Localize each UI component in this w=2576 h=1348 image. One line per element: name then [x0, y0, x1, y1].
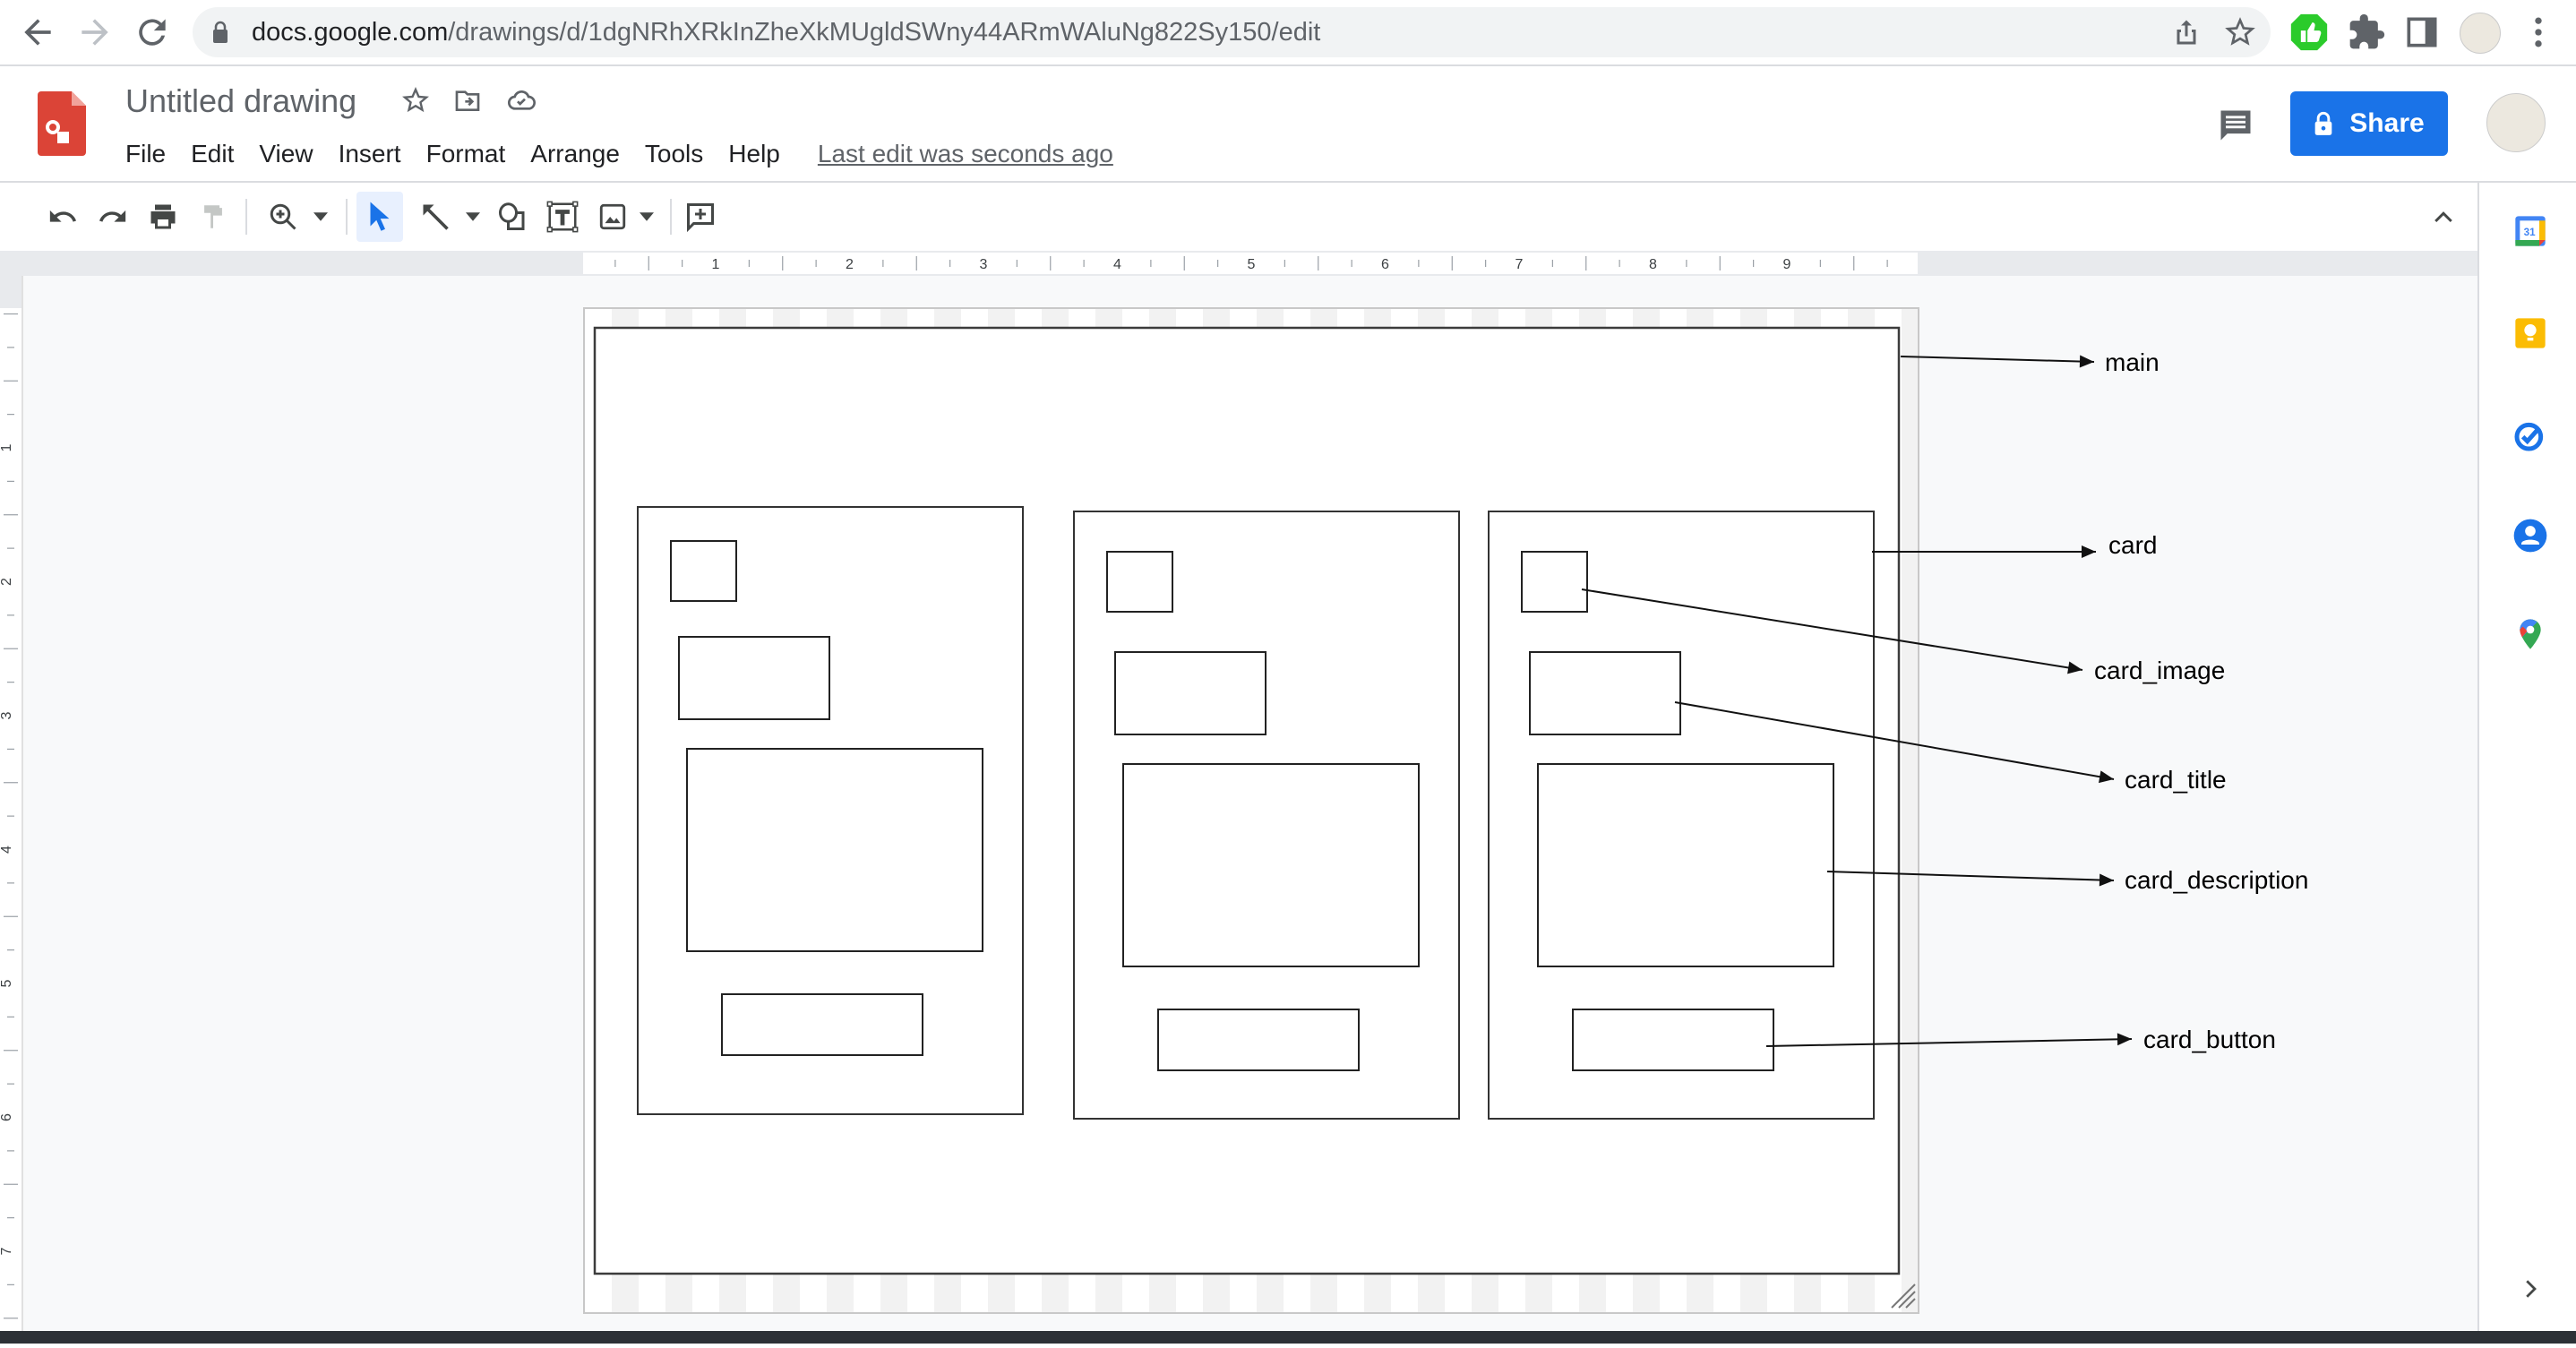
card-image-shape[interactable] [670, 540, 737, 602]
card-description-shape[interactable] [686, 748, 983, 952]
expand-panel-chevron-icon[interactable] [2517, 1275, 2544, 1302]
card-title-shape[interactable] [678, 636, 830, 720]
label-card-description[interactable]: card_description [2125, 866, 2308, 894]
card-button-shape[interactable] [721, 993, 923, 1056]
arrowhead-icon [2099, 770, 2114, 784]
arrowhead-icon [2079, 355, 2094, 368]
arrowhead-icon [2117, 1033, 2132, 1046]
arrow-line [1900, 356, 2095, 363]
contacts-app-icon[interactable] [2512, 518, 2548, 554]
arrow-card[interactable] [1872, 545, 2096, 558]
side-apps-panel [2477, 183, 2576, 1344]
label-main[interactable]: main [2105, 348, 2160, 376]
label-card-title[interactable]: card_title [2125, 766, 2227, 794]
drawing-layer: main card card_image card_title card_des… [593, 326, 2308, 1309]
arrow-main[interactable] [1900, 355, 2095, 368]
card-shape-group [1488, 511, 1875, 1120]
calendar-app-icon[interactable]: 31 [2512, 213, 2548, 249]
label-card-button[interactable]: card_button [2143, 1026, 2276, 1053]
arrowhead-icon [2082, 545, 2096, 558]
svg-text:31: 31 [2524, 227, 2536, 238]
card-shape-group [1073, 511, 1460, 1120]
card-description-shape[interactable] [1122, 763, 1420, 967]
card-description-shape[interactable] [1537, 763, 1834, 967]
arrowhead-icon [2099, 873, 2114, 887]
card-image-shape[interactable] [1521, 551, 1588, 613]
resize-handle-icon[interactable] [1891, 1284, 1916, 1309]
arrowhead-icon [2067, 661, 2082, 674]
card-title-shape[interactable] [1114, 651, 1267, 735]
card-button-shape[interactable] [1572, 1009, 1774, 1071]
card-title-shape[interactable] [1529, 651, 1681, 735]
keep-app-icon[interactable] [2512, 315, 2548, 351]
card-button-shape[interactable] [1157, 1009, 1360, 1071]
maps-app-icon[interactable] [2512, 616, 2548, 652]
card-image-shape[interactable] [1106, 551, 1173, 613]
label-card[interactable]: card [2108, 531, 2157, 559]
cards-group [637, 506, 1875, 1120]
label-card-image[interactable]: card_image [2094, 657, 2225, 684]
tasks-app-icon[interactable] [2512, 417, 2548, 453]
card-shape-group [637, 506, 1024, 1115]
window-bottom-edge [0, 1331, 2576, 1344]
